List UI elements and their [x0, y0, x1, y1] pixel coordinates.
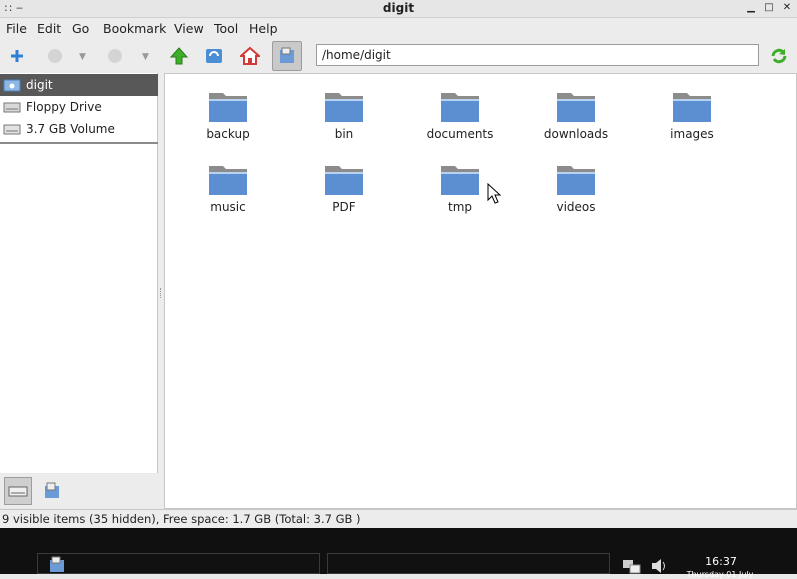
refresh-icon: [206, 49, 222, 63]
network-icon[interactable]: [622, 558, 642, 574]
file-name: documents: [426, 127, 494, 141]
task-button-empty[interactable]: [327, 553, 610, 574]
reload-button[interactable]: [199, 41, 229, 71]
back-button[interactable]: [40, 41, 70, 71]
place-volume[interactable]: 3.7 GB Volume: [0, 118, 158, 140]
file-name: videos: [556, 200, 596, 214]
place-label: 3.7 GB Volume: [26, 122, 115, 136]
task-button-file-manager[interactable]: [37, 553, 320, 574]
home-button[interactable]: [235, 41, 265, 71]
menu-edit[interactable]: Edit: [37, 21, 61, 36]
new-tab-button[interactable]: [2, 41, 32, 71]
close-icon[interactable]: ✕: [781, 2, 793, 14]
menu-view[interactable]: View: [174, 21, 204, 36]
folder-icon: [325, 93, 363, 122]
go-button[interactable]: [764, 41, 794, 71]
folder-icon: [557, 93, 595, 122]
folder-icon: [325, 166, 363, 195]
clock-time[interactable]: 16:37: [680, 555, 762, 568]
back-arrow-icon: [48, 49, 62, 63]
file-item[interactable]: music: [183, 151, 273, 215]
menu-tool[interactable]: Tool: [214, 21, 238, 36]
sidebar-mode-switcher: [0, 474, 158, 508]
place-floppy-drive[interactable]: Floppy Drive: [0, 96, 158, 118]
volume-icon[interactable]: [650, 558, 670, 574]
status-bar: 9 visible items (35 hidden), Free space:…: [0, 509, 797, 528]
window-title: digit: [382, 1, 415, 15]
folder-icon: [441, 93, 479, 122]
directory-tree-mode-button[interactable]: [38, 477, 66, 505]
home-folder-icon: [3, 76, 25, 94]
drive-icon: [3, 120, 25, 138]
maximize-icon[interactable]: □: [763, 2, 775, 14]
place-label: digit: [26, 78, 53, 92]
sidebar-divider: [0, 142, 158, 144]
places-mode-button[interactable]: [4, 477, 32, 505]
file-name: images: [670, 127, 714, 141]
file-name: PDF: [332, 200, 356, 214]
minimize-icon[interactable]: ▁: [745, 2, 757, 14]
file-name: music: [210, 200, 246, 214]
plus-icon: [11, 50, 23, 62]
forward-history-chevron-icon[interactable]: ▼: [142, 52, 149, 62]
folder-icon: [209, 166, 247, 195]
folder-icon: [557, 166, 595, 195]
menu-help[interactable]: Help: [249, 21, 278, 36]
folder-view-icon: [50, 556, 64, 572]
file-name: bin: [334, 127, 354, 141]
floppy-drive-icon: [3, 98, 25, 116]
up-arrow-icon: [169, 47, 189, 65]
file-item[interactable]: videos: [531, 151, 621, 215]
place-home[interactable]: digit: [0, 74, 158, 96]
window-titlebar[interactable]: :: ‒ digit ▁ □ ✕: [0, 0, 797, 18]
menu-go[interactable]: Go: [72, 21, 89, 36]
folder-icon: [441, 166, 479, 195]
place-label: Floppy Drive: [26, 100, 102, 114]
folder-view-icon: [280, 47, 294, 63]
file-item[interactable]: images: [647, 78, 737, 142]
location-bar[interactable]: /home/digit: [316, 44, 759, 66]
forward-button[interactable]: [100, 41, 130, 71]
places-sidebar: digit Floppy Drive 3.7 GB Volume: [0, 73, 158, 473]
splitter-grip[interactable]: [160, 288, 162, 298]
file-name: downloads: [543, 127, 609, 141]
file-item[interactable]: bin: [299, 78, 389, 142]
menubar: File Edit Go Bookmark View Tool Help: [0, 18, 797, 39]
drive-icon: [8, 486, 28, 497]
folder-view-icon: [45, 482, 59, 498]
folder-icon: [673, 93, 711, 122]
up-button[interactable]: [164, 41, 194, 71]
home-icon: [240, 46, 260, 65]
folder-icon: [209, 93, 247, 122]
file-item[interactable]: backup: [183, 78, 273, 142]
places-pane-button[interactable]: [272, 41, 302, 71]
taskbar: 16:37 Thursday 01 July: [0, 528, 797, 579]
file-view[interactable]: backup bin documents downloads images mu…: [164, 73, 797, 509]
file-item[interactable]: documents: [415, 78, 505, 142]
file-item[interactable]: downloads: [531, 78, 621, 142]
file-item[interactable]: PDF: [299, 151, 389, 215]
menu-bookmark[interactable]: Bookmark: [103, 21, 166, 36]
clock-date: Thursday 01 July: [686, 570, 754, 579]
file-name: backup: [206, 127, 250, 141]
mouse-cursor-icon: [487, 183, 501, 204]
go-arrow-icon: [771, 48, 787, 64]
forward-arrow-icon: [108, 49, 122, 63]
menu-file[interactable]: File: [6, 21, 27, 36]
back-history-chevron-icon[interactable]: ▼: [79, 52, 86, 62]
